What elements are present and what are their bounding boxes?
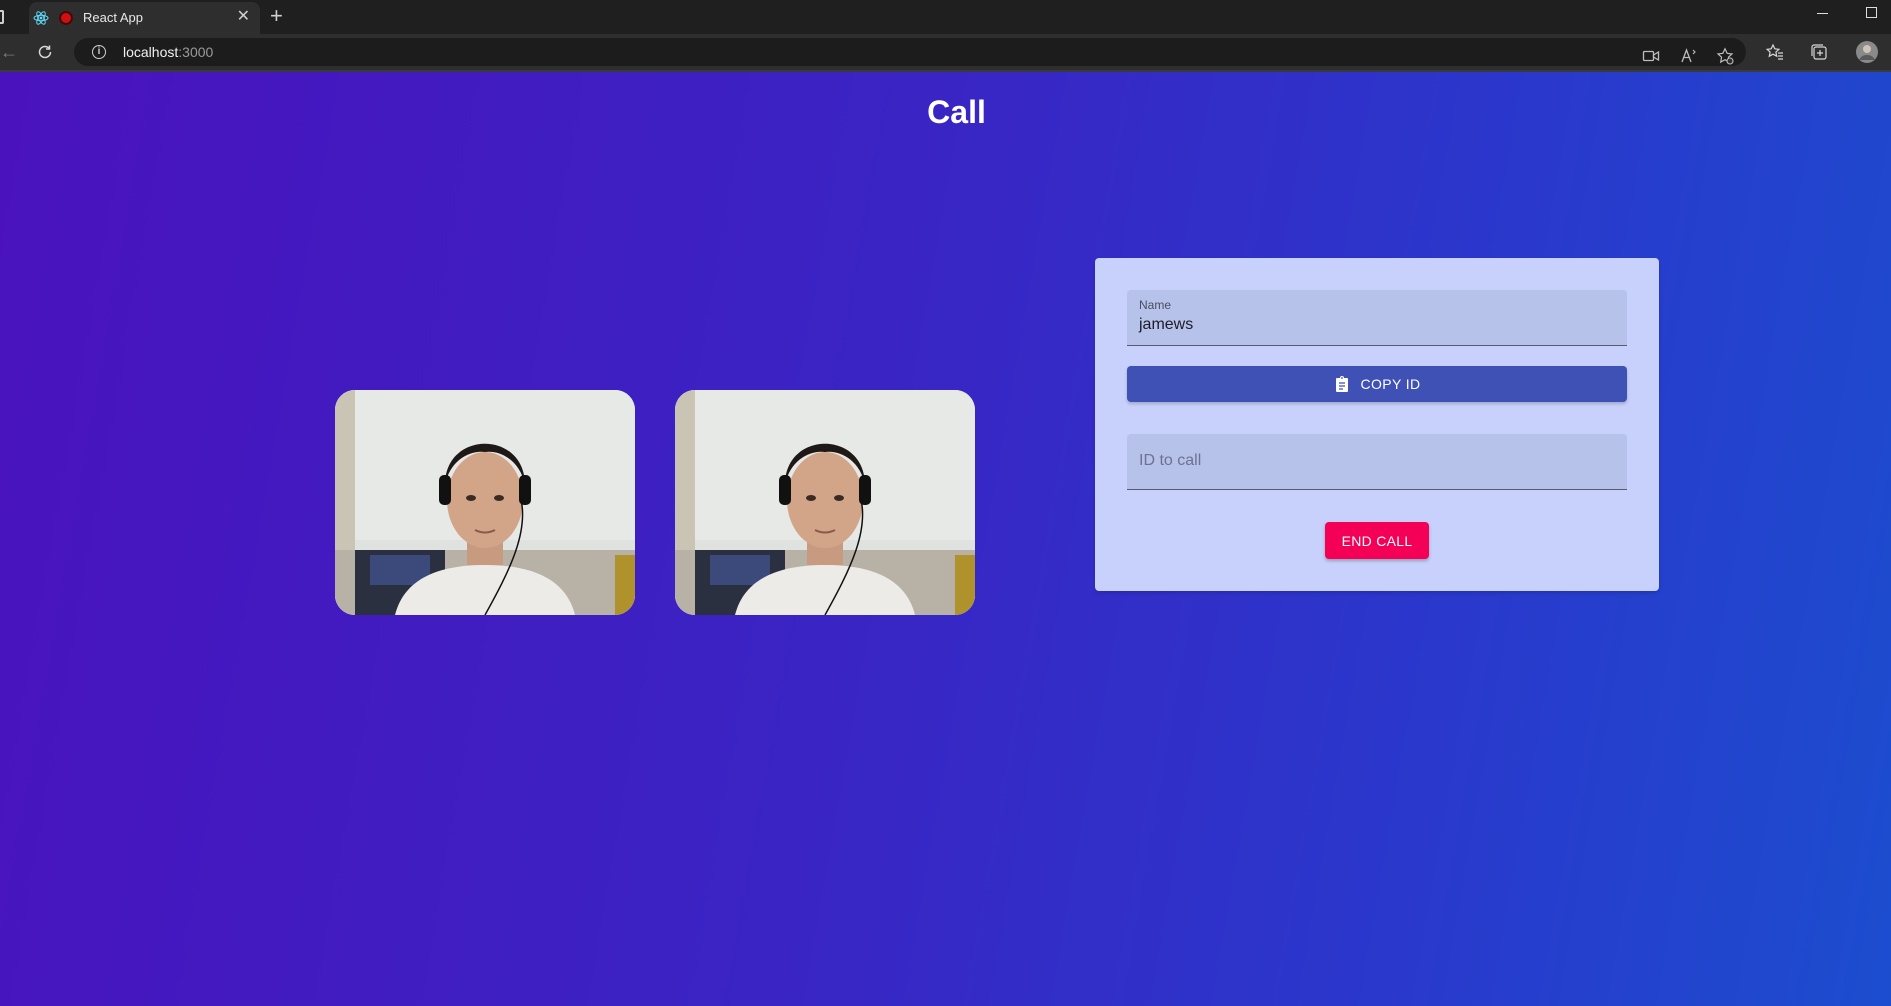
- maximize-icon[interactable]: [1866, 7, 1877, 18]
- reload-icon[interactable]: [36, 43, 54, 61]
- call-options-panel: Name jamews COPY ID ID to call END CALL: [1095, 258, 1659, 591]
- copy-id-button[interactable]: COPY ID: [1127, 366, 1627, 402]
- new-tab-icon[interactable]: +: [270, 5, 283, 27]
- id-to-call-placeholder: ID to call: [1139, 452, 1202, 469]
- read-aloud-icon[interactable]: [1680, 47, 1698, 65]
- my-video: [335, 390, 635, 615]
- profile-avatar[interactable]: [1855, 40, 1879, 64]
- back-icon[interactable]: ←: [0, 42, 18, 63]
- url-text: localhost:3000: [123, 44, 214, 60]
- collections-icon[interactable]: [1810, 43, 1828, 61]
- app-page: Call Name jamews COPY ID ID to call END …: [0, 72, 1891, 1006]
- copy-id-label: COPY ID: [1360, 376, 1421, 392]
- recording-icon: [59, 11, 73, 25]
- add-favorite-icon[interactable]: [1716, 47, 1734, 65]
- end-call-label: END CALL: [1341, 532, 1413, 549]
- name-field-value[interactable]: jamews: [1139, 316, 1193, 334]
- tab-strip-icon[interactable]: [0, 10, 4, 24]
- tab-close-icon[interactable]: ✕: [237, 8, 250, 26]
- address-bar: ← i localhost:3000: [0, 34, 1891, 70]
- tab-title: React App: [83, 10, 143, 25]
- name-field[interactable]: Name jamews: [1127, 290, 1627, 346]
- end-call-button[interactable]: END CALL: [1325, 522, 1429, 559]
- page-title: Call: [927, 94, 986, 130]
- browser-tab-bar: React App ✕ +: [0, 0, 1891, 34]
- clipboard-icon: [1336, 376, 1349, 392]
- react-icon: [33, 11, 49, 25]
- user-video: [675, 390, 975, 615]
- name-field-label: Name: [1139, 298, 1172, 312]
- camera-icon[interactable]: [1642, 47, 1660, 65]
- site-info-icon[interactable]: i: [92, 45, 106, 59]
- minimize-icon[interactable]: [1817, 13, 1828, 14]
- browser-tab[interactable]: React App ✕: [29, 2, 260, 34]
- id-to-call-field[interactable]: ID to call: [1127, 434, 1627, 490]
- url-field[interactable]: i localhost:3000: [74, 38, 1746, 66]
- favorites-icon[interactable]: [1766, 43, 1784, 61]
